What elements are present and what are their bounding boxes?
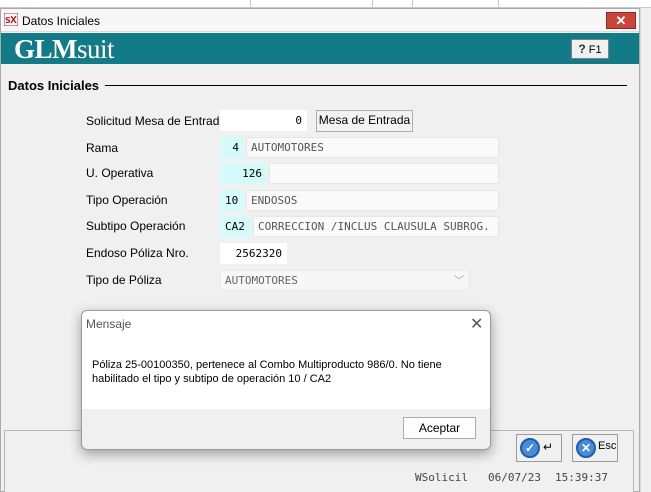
strip-divider (250, 0, 251, 8)
help-icon: ? (578, 42, 586, 56)
help-f1-button[interactable]: ? F1 (571, 39, 609, 59)
subtipo-operacion-label: Subtipo Operación (86, 219, 186, 233)
close-icon[interactable]: ✕ (470, 314, 483, 334)
tipo-operacion-code-input[interactable]: 10 (220, 190, 244, 211)
solicitud-label: Solicitud Mesa de Entrada (86, 114, 227, 128)
cancel-icon: ✕ (576, 438, 596, 458)
app-banner: GLMsuit ? F1 (1, 33, 639, 64)
aceptar-button[interactable]: Aceptar (403, 417, 476, 439)
title-bar: S Datos Iniciales ✕ (1, 9, 639, 32)
app-icon: S (4, 13, 18, 26)
window-title: Datos Iniciales (22, 14, 101, 28)
logo-rest: suit (77, 34, 115, 64)
dialog-body: Póliza 25-00100350, pertenece al Combo M… (82, 339, 490, 409)
message-dialog: Mensaje ✕ Póliza 25-00100350, pertenece … (81, 310, 491, 450)
section-title: Datos Iniciales (8, 78, 100, 93)
close-window-button[interactable]: ✕ (606, 12, 636, 29)
rama-label: Rama (86, 141, 119, 155)
u-operativa-description (269, 163, 499, 184)
escape-button[interactable]: ✕ Esc (572, 434, 618, 462)
strip-divider (498, 0, 499, 8)
strip-divider (372, 0, 373, 8)
tipo-operacion-description: ENDOSOS (246, 190, 499, 211)
glmsuit-logo: GLMsuit (14, 34, 115, 65)
status-time: 15:39:37 (555, 471, 608, 484)
u-operativa-label: U. Operativa (86, 166, 154, 180)
dialog-message-line: habilitado el tipo y subtipo de operació… (92, 373, 332, 385)
status-user: WSolicil (415, 471, 468, 484)
help-label: F1 (588, 44, 602, 56)
solicitud-input[interactable]: 0 (220, 110, 307, 131)
tipo-poliza-label: Tipo de Póliza (86, 273, 162, 287)
endoso-poliza-label: Endoso Póliza Nro. (86, 246, 189, 260)
dialog-message: Póliza 25-00100350, pertenece al Combo M… (92, 358, 482, 386)
section-divider (105, 85, 627, 86)
dialog-title-bar: Mensaje ✕ (82, 311, 490, 339)
tipo-poliza-selected: AUTOMOTORES (225, 274, 298, 287)
esc-label: Esc (598, 440, 617, 452)
mesa-de-entrada-button[interactable]: Mesa de Entrada (316, 110, 413, 132)
endoso-poliza-input[interactable]: 2562320 (220, 243, 287, 264)
tipo-operacion-label: Tipo Operación (86, 193, 168, 207)
side-strip (640, 8, 651, 492)
rama-code-input[interactable]: 4 (220, 137, 244, 158)
dialog-title: Mensaje (86, 317, 132, 331)
chevron-down-icon: ﹀ (454, 276, 464, 287)
status-date: 06/07/23 (488, 471, 541, 484)
rama-description: AUTOMOTORES (246, 137, 499, 158)
svg-text:S: S (5, 16, 11, 25)
background-window-strip (0, 0, 651, 8)
dialog-message-line: Póliza 25-00100350, pertenece al Combo M… (92, 359, 442, 371)
confirm-button[interactable]: ✓ ↵ (516, 434, 562, 462)
subtipo-operacion-code-input[interactable]: CA2 (220, 216, 251, 237)
logo-bold: GLM (14, 34, 78, 64)
tipo-poliza-select[interactable]: AUTOMOTORES ﹀ (220, 270, 469, 291)
enter-icon: ↵ (543, 440, 554, 454)
strip-divider (412, 0, 413, 8)
subtipo-operacion-description: CORRECCION /INCLUS CLAUSULA SUBROG. (253, 216, 499, 237)
check-icon: ✓ (520, 438, 540, 458)
u-operativa-code-input[interactable]: 126 (220, 163, 267, 184)
